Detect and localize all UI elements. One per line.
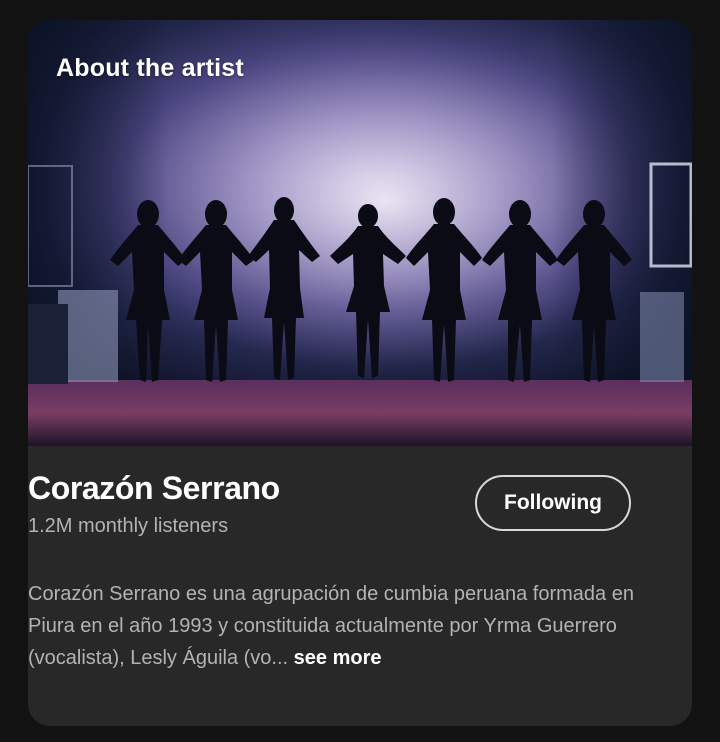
section-title: About the artist bbox=[56, 54, 244, 82]
artist-photo: About the artist bbox=[28, 20, 692, 446]
following-button[interactable]: Following bbox=[475, 475, 631, 531]
artist-bio: Corazón Serrano es una agrupación de cum… bbox=[28, 578, 638, 674]
stage-silhouette-illustration bbox=[28, 20, 692, 446]
monthly-listeners: 1.2M monthly listeners bbox=[28, 515, 229, 537]
see-more-link[interactable]: see more bbox=[294, 647, 382, 669]
artist-name[interactable]: Corazón Serrano bbox=[28, 470, 280, 507]
